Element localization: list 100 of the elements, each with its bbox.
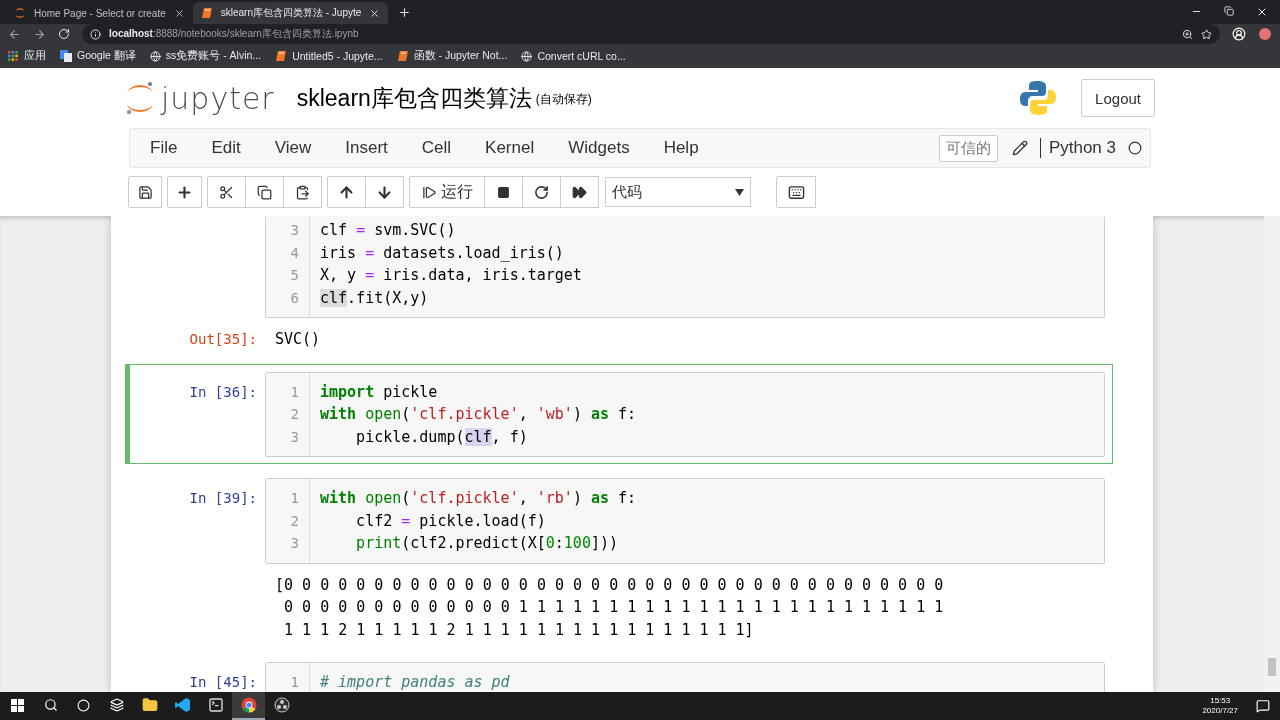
terminal-icon[interactable] [207, 697, 224, 713]
keyboard-button[interactable] [776, 176, 816, 208]
code-line: clf.fit(X,y) [320, 287, 430, 309]
logout-button[interactable]: Logout [1081, 79, 1155, 117]
scrollbar[interactable] [1264, 216, 1280, 692]
code-line: with open('clf.pickle', 'wb') as f: [320, 404, 637, 425]
edit-icon[interactable] [1011, 140, 1028, 156]
close-icon[interactable] [369, 7, 381, 19]
task-view-icon[interactable] [109, 698, 124, 712]
run-button[interactable]: 运行 [409, 176, 485, 208]
fast-forward-icon [572, 184, 587, 200]
browser-tab[interactable]: Home Page - Select or create [6, 2, 193, 24]
menu-item[interactable]: Cell [421, 138, 452, 158]
line-number: 3 [289, 534, 300, 553]
code-cell[interactable]: In [45]: 1 # import pandas as pd [125, 654, 1113, 692]
close-window-icon[interactable] [1256, 6, 1268, 18]
taskbar-app[interactable] [232, 692, 265, 720]
code-editor-icon[interactable] [174, 697, 191, 713]
notebook-title[interactable]: sklearn库包含四类算法 [296, 82, 532, 114]
save-button[interactable] [128, 176, 162, 208]
restart-button[interactable] [522, 176, 561, 208]
code-line: import pickle [320, 381, 439, 403]
browser-tab[interactable]: sklearn库包含四类算法 - Jupyte [192, 2, 389, 24]
profile-icon[interactable] [1232, 27, 1246, 41]
bookmark[interactable]: Convert cURL co... [521, 50, 626, 62]
code-line: clf = svm.SVC() [320, 220, 457, 241]
code-line: iris = datasets.load_iris() [320, 242, 565, 264]
save-icon [137, 184, 153, 200]
scissors-icon [219, 184, 234, 200]
trusted-badge[interactable]: 可信的 [938, 134, 998, 162]
forward-icon[interactable] [33, 27, 46, 41]
notebook-icon [200, 7, 213, 19]
info-icon [90, 28, 101, 40]
notebook-icon [396, 50, 409, 62]
back-icon[interactable] [8, 27, 21, 41]
menu-item[interactable]: Edit [211, 138, 241, 158]
stop-button[interactable] [484, 176, 523, 208]
selected-cell[interactable]: In [36]: 1 2 3 import pickle with open('clf.pickle', 'wb') as f: pickle.dump(clf, f) [125, 363, 1113, 464]
reload-icon[interactable] [58, 28, 70, 40]
menu-item[interactable]: Kernel [485, 138, 535, 158]
bookmark[interactable]: ss免费账号 - Alvin... [149, 49, 262, 63]
copy-button[interactable] [245, 176, 284, 208]
line-number: 1 [289, 489, 300, 508]
restore-icon[interactable] [1224, 6, 1234, 16]
bookmark[interactable]: 应用 [8, 49, 46, 63]
code-input[interactable]: 1 2 3 with open('clf.pickle', 'rb') as f: clf2 = pickle.load(f) print(clf2.predict(X[0:100])) [265, 478, 1105, 564]
kernel-name: Python 3 [1039, 138, 1116, 158]
url-text: localhost:8888/notebooks/sklearn库包含四类算法.ipynb [109, 27, 359, 41]
code-line: pickle.dump(clf, f) [355, 426, 529, 448]
run-all-button[interactable] [560, 176, 599, 208]
star-icon[interactable] [1201, 28, 1212, 40]
assistant-icon[interactable] [77, 698, 90, 712]
notification-icon[interactable] [1256, 699, 1270, 713]
code-line: with open('clf.pickle', 'rb') as f: [320, 488, 637, 509]
code-input[interactable]: 1 2 3 import pickle with open('clf.pickle', 'wb') as f: pickle.dump(clf, f) [265, 371, 1105, 457]
clock-date: 2020/7/27 [1202, 706, 1238, 716]
code-line: print(clf2.predict(X[0:100])) [355, 533, 620, 554]
notebook-icon [275, 50, 288, 62]
folder-icon[interactable] [141, 697, 158, 713]
menu-item[interactable]: Insert [345, 138, 388, 158]
step-forward-icon [421, 184, 437, 200]
browser-icon[interactable] [240, 697, 257, 713]
menu-item[interactable]: Widgets [568, 138, 630, 158]
zoom-icon[interactable] [1182, 28, 1193, 40]
bookmark[interactable]: Untitled5 - Jupyte... [275, 50, 383, 62]
autosave-status: (自动保存) [535, 91, 592, 108]
python-logo-icon [1019, 79, 1058, 117]
code-cell[interactable]: 3 4 5 6 clf = svm.SVC() iris = datasets.load_iris() X, y = iris.data, iris.target clf.fit(X,y) Out[35]: SVC() [125, 216, 1113, 358]
address-bar[interactable]: localhost:8888/notebooks/sklearn库包含四类算法.ipynb [82, 24, 1220, 44]
search-icon[interactable] [43, 698, 58, 712]
bookmark[interactable]: 函数 - Jupyter Not... [396, 49, 508, 63]
menu-item[interactable]: File [150, 138, 178, 158]
close-icon[interactable] [173, 7, 185, 19]
restart-icon [534, 184, 549, 200]
menu-item[interactable]: Help [663, 138, 699, 158]
move-up-button[interactable] [327, 176, 366, 208]
line-number: 6 [289, 288, 300, 308]
paste-button[interactable] [283, 176, 322, 208]
bookmark[interactable]: Google 翻译 [60, 49, 136, 63]
menu-item[interactable]: View [274, 138, 312, 158]
code-input[interactable]: 1 # import pandas as pd [265, 662, 1105, 692]
output-text: SVC() [274, 329, 321, 350]
move-down-button[interactable] [365, 176, 404, 208]
new-tab-icon[interactable] [398, 6, 412, 19]
recorder-icon[interactable] [273, 697, 290, 713]
line-number: 3 [289, 221, 300, 240]
keyboard-icon [787, 183, 805, 201]
insert-cell-button[interactable] [167, 176, 202, 208]
extension-icon[interactable] [1258, 27, 1272, 41]
code-input[interactable]: 3 4 5 6 clf = svm.SVC() iris = datasets.load_iris() X, y = iris.data, iris.target clf.fit(X,y) [265, 216, 1105, 318]
cell-type-select[interactable]: 代码 [605, 177, 751, 207]
input-prompt: In [39]: [189, 490, 257, 506]
input-prompt: In [45]: [189, 674, 257, 690]
jupyter-logo-icon [125, 81, 155, 115]
output-text: 0 0 0 0 0 0 0 0 0 0 0 0 0 1 1 1 1 1 1 1 1 1 1 1 1 1 1 1 1 1 1 1 1 1 1 1 1 [283, 597, 944, 618]
tab-title: sklearn库包含四类算法 - Jupyte [220, 6, 362, 20]
line-number: 2 [289, 405, 300, 424]
cut-button[interactable] [207, 176, 246, 208]
stop-icon [497, 185, 510, 199]
caret-icon [735, 188, 744, 196]
